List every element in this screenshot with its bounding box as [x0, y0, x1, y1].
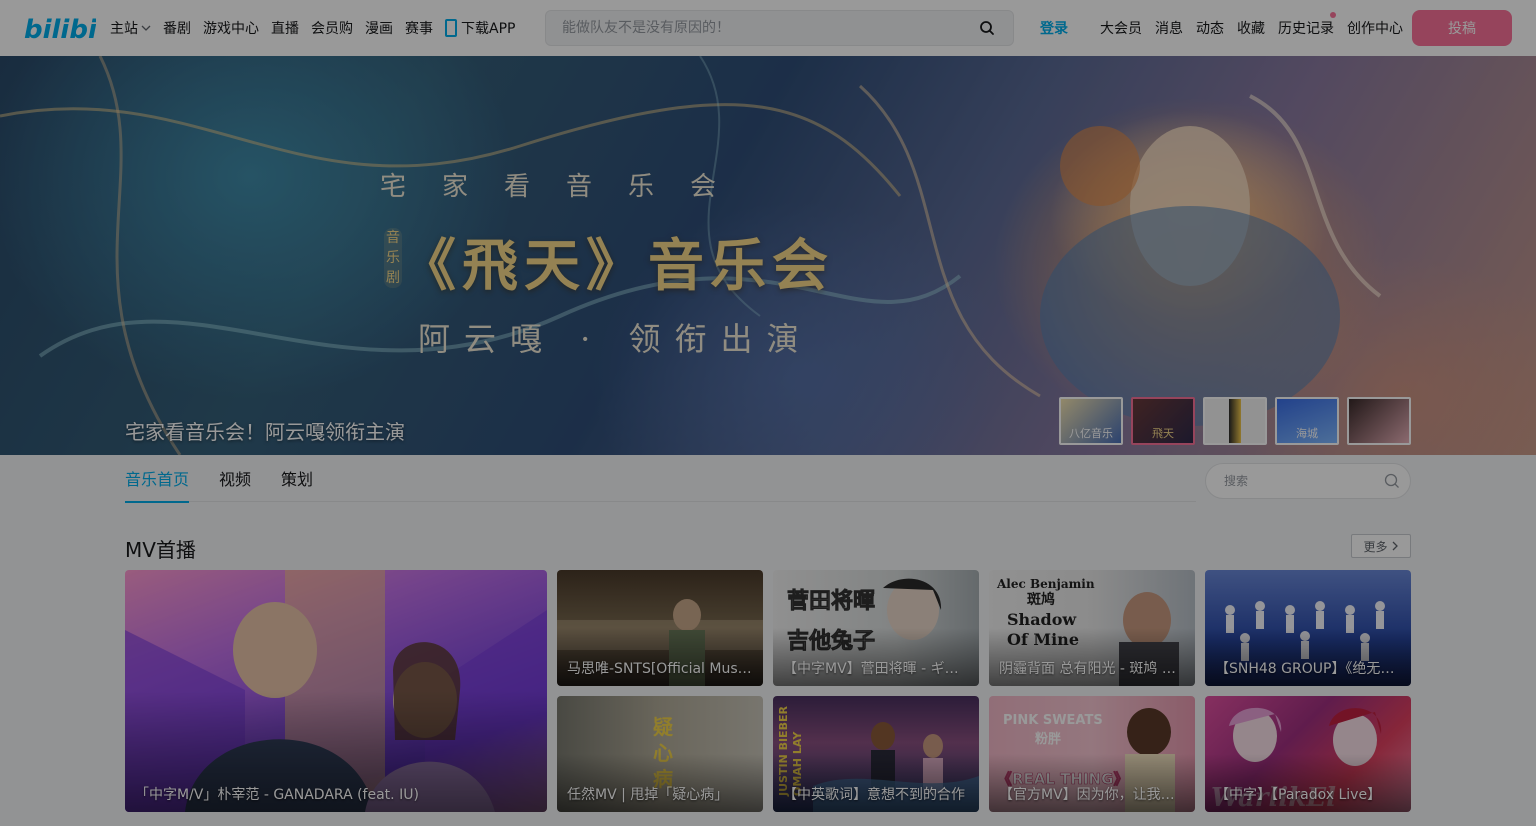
- modal-backdrop[interactable]: [0, 0, 1536, 826]
